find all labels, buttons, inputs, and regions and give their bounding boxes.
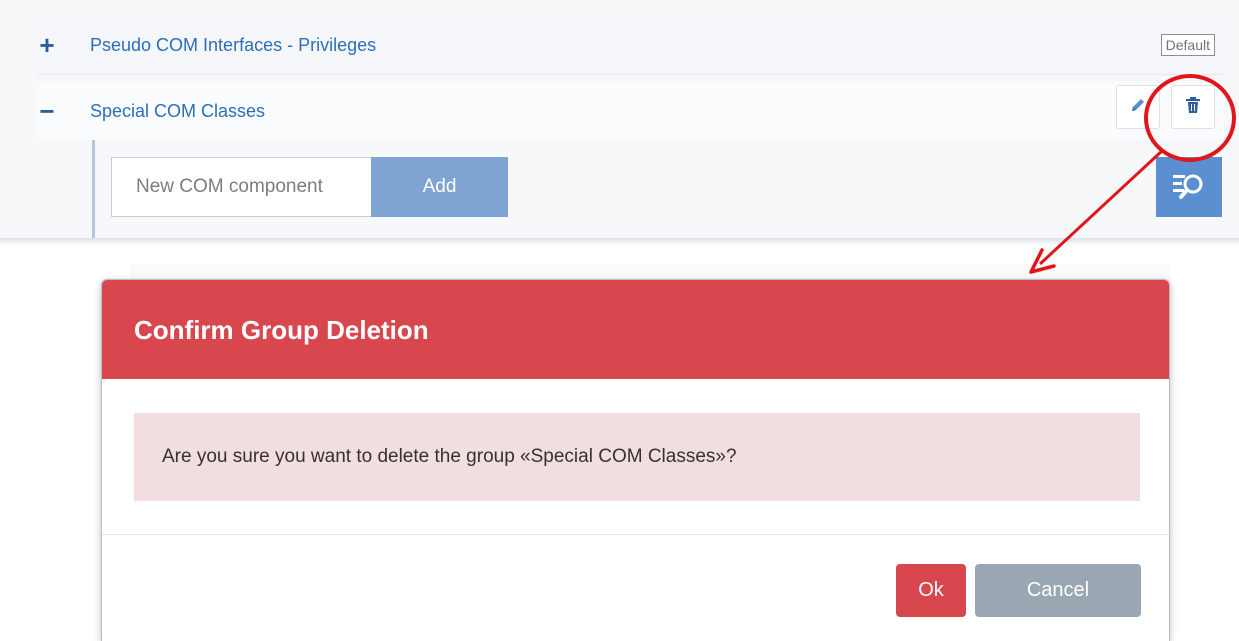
pencil-icon [1129, 96, 1147, 119]
delete-group-button[interactable] [1171, 85, 1215, 129]
ok-button[interactable]: Ok [896, 564, 966, 617]
com-component-input[interactable] [111, 157, 371, 217]
add-component-button[interactable]: Add [371, 157, 508, 217]
dialog-header: Confirm Group Deletion [102, 280, 1169, 379]
dialog-title: Confirm Group Deletion [134, 315, 429, 345]
confirm-deletion-dialog: Confirm Group Deletion Are you sure you … [101, 279, 1170, 641]
group-list-panel: + Pseudo COM Interfaces - Privileges Def… [0, 0, 1239, 244]
list-search-icon [1171, 169, 1207, 206]
cancel-button[interactable]: Cancel [975, 564, 1141, 617]
search-list-button[interactable] [1156, 157, 1222, 217]
dialog-message-box: Are you sure you want to delete the grou… [134, 413, 1140, 501]
trash-icon [1185, 96, 1201, 119]
group-row-pseudo-com[interactable]: + Pseudo COM Interfaces - Privileges Def… [38, 16, 1223, 75]
edit-group-button[interactable] [1116, 85, 1160, 129]
default-badge: Default [1160, 34, 1215, 56]
footer-divider [102, 534, 1169, 535]
panel-torn-edge [0, 238, 1239, 246]
group-label[interactable]: Pseudo COM Interfaces - Privileges [90, 35, 376, 56]
group-indent-line [92, 140, 95, 244]
group-label[interactable]: Special COM Classes [90, 101, 265, 122]
collapse-toggle[interactable]: − [38, 98, 56, 124]
expand-toggle[interactable]: + [38, 32, 56, 58]
group-row-special-com[interactable]: − Special COM Classes [38, 82, 1223, 140]
dialog-message: Are you sure you want to delete the grou… [162, 446, 737, 467]
